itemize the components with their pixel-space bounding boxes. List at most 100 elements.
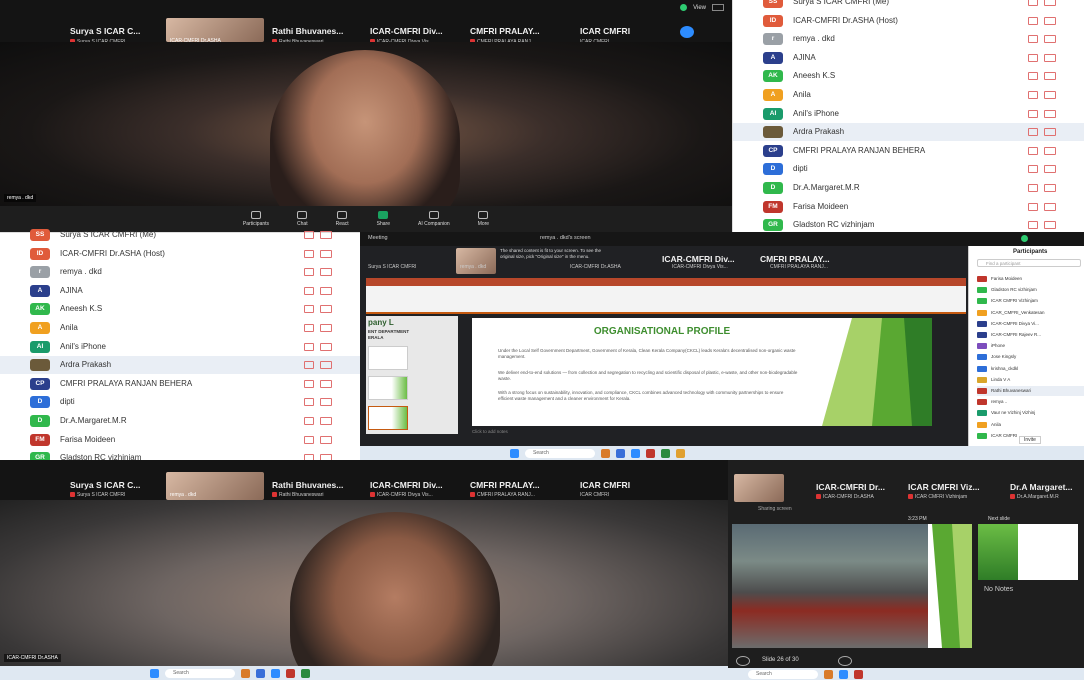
participant-row[interactable]: ID ICAR-CMFRI Dr.ASHA (Host) <box>733 12 1084 30</box>
participant-row[interactable]: AK Aneesh K.S <box>0 300 360 318</box>
participant-row[interactable]: CP CMFRI PRALAYA RANJAN BEHERA <box>0 375 360 393</box>
video-off-icon[interactable] <box>320 231 332 239</box>
side-participant-row[interactable]: Linda V A <box>977 375 1084 385</box>
side-participant-row[interactable]: ICAR_CMFRI_Venkatesan <box>977 308 1084 318</box>
mic-muted-icon[interactable] <box>1028 16 1038 25</box>
participant-row[interactable]: A AJINA <box>733 49 1084 67</box>
mic-muted-icon[interactable] <box>304 361 314 370</box>
mic-muted-icon[interactable] <box>304 268 314 277</box>
participant-row[interactable]: AI Anil's iPhone <box>0 338 360 356</box>
participant-row[interactable]: AK Aneesh K.S <box>733 67 1084 85</box>
view-button[interactable]: View <box>693 5 706 11</box>
participant-row[interactable]: FM Farisa Moideen <box>0 431 360 449</box>
mic-muted-icon[interactable] <box>1028 221 1038 230</box>
app-icon[interactable] <box>676 448 685 458</box>
participant-row[interactable]: SS Surya S ICAR CMFRI (Me) <box>0 226 360 244</box>
side-participant-row[interactable]: remya .. <box>977 397 1084 407</box>
more-button[interactable]: More <box>478 211 489 227</box>
share-button[interactable]: Share <box>377 211 390 227</box>
video-off-icon[interactable] <box>320 398 332 407</box>
mic-muted-icon[interactable] <box>1028 35 1038 44</box>
slide-thumbnail[interactable] <box>368 376 408 400</box>
video-off-icon[interactable] <box>1044 35 1056 44</box>
mic-muted-icon[interactable] <box>1028 128 1038 137</box>
app-icon[interactable] <box>601 448 610 458</box>
mic-muted-icon[interactable] <box>304 379 314 388</box>
participant-row[interactable]: A AJINA <box>0 282 360 300</box>
video-off-icon[interactable] <box>1044 53 1056 62</box>
video-off-icon[interactable] <box>320 435 332 444</box>
video-off-icon[interactable] <box>320 417 332 425</box>
app-icon[interactable] <box>661 448 670 458</box>
participant-row[interactable]: Ddipti <box>733 160 1084 178</box>
invite-button[interactable]: Invite <box>1019 436 1041 444</box>
video-off-icon[interactable] <box>1044 109 1056 118</box>
video-off-icon[interactable] <box>1044 184 1056 192</box>
mic-muted-icon[interactable] <box>1028 72 1038 81</box>
video-off-icon[interactable] <box>320 342 332 351</box>
tile-thumbnail[interactable] <box>734 474 784 502</box>
participant-row[interactable]: r remya . dkd <box>0 263 360 281</box>
side-participant-row[interactable]: iPhone <box>977 341 1084 351</box>
participants-button[interactable]: Participants <box>243 211 269 227</box>
mic-muted-icon[interactable] <box>304 324 314 332</box>
participant-row[interactable]: D Dr.A.Margaret.M.R <box>0 412 360 430</box>
app-icon[interactable] <box>616 448 625 458</box>
mic-muted-icon[interactable] <box>304 342 314 351</box>
mic-muted-icon[interactable] <box>1028 146 1038 155</box>
app-icon[interactable] <box>646 448 655 458</box>
mic-muted-icon[interactable] <box>1028 184 1038 192</box>
windows-start-icon[interactable] <box>150 668 159 678</box>
restore-button[interactable] <box>712 4 724 11</box>
slide-thumbnail[interactable] <box>368 406 408 430</box>
video-off-icon[interactable] <box>1044 16 1056 25</box>
side-participant-row[interactable]: Farisa Moideen <box>977 274 1084 284</box>
video-off-icon[interactable] <box>1044 221 1056 230</box>
side-participant-row[interactable]: ICAR-CMFRI Rajeev R... <box>977 330 1084 340</box>
participant-row[interactable]: Ardra Prakash <box>0 356 360 375</box>
app-icon[interactable] <box>824 669 833 679</box>
app-icon[interactable] <box>286 668 295 678</box>
mic-muted-icon[interactable] <box>304 249 314 258</box>
side-participant-row[interactable]: ICAR-CMFRI Divya Vi... <box>977 319 1084 329</box>
mic-muted-icon[interactable] <box>1028 53 1038 62</box>
mic-muted-icon[interactable] <box>1028 202 1038 211</box>
mic-muted-icon[interactable] <box>304 398 314 407</box>
mic-muted-icon[interactable] <box>304 231 314 239</box>
next-page-icon[interactable] <box>680 26 694 38</box>
mic-muted-icon[interactable] <box>1028 165 1038 174</box>
participant-row[interactable]: FM Farisa Moideen <box>733 198 1084 216</box>
participant-row[interactable]: r remya . dkd <box>733 30 1084 48</box>
participant-row[interactable]: A Anila <box>0 319 360 337</box>
video-off-icon[interactable] <box>1044 146 1056 155</box>
react-button[interactable]: React <box>336 211 349 227</box>
participant-row[interactable]: ID ICAR-CMFRI Dr.ASHA (Host) <box>0 245 360 263</box>
next-slide-button[interactable] <box>838 656 852 666</box>
video-off-icon[interactable] <box>320 249 332 258</box>
notes-hint[interactable]: Click to add notes <box>472 429 508 434</box>
app-icon[interactable] <box>854 669 863 679</box>
side-participant-row[interactable]: Anila <box>977 420 1084 430</box>
participant-row[interactable]: AI Anil's iPhone <box>733 105 1084 123</box>
video-off-icon[interactable] <box>1044 91 1056 99</box>
video-off-icon[interactable] <box>1044 165 1056 174</box>
windows-start-icon[interactable] <box>510 448 519 458</box>
video-off-icon[interactable] <box>1044 72 1056 81</box>
app-icon[interactable] <box>271 668 280 678</box>
app-icon[interactable] <box>301 668 310 678</box>
ai-companion-button[interactable]: AI Companion <box>418 211 450 227</box>
video-off-icon[interactable] <box>320 324 332 332</box>
participant-row[interactable]: Ddipti <box>0 393 360 411</box>
taskbar-search[interactable]: Search <box>525 448 595 458</box>
video-off-icon[interactable] <box>1044 128 1056 137</box>
side-participant-row[interactable]: Jose Kingsly <box>977 352 1084 362</box>
video-off-icon[interactable] <box>320 305 332 314</box>
taskbar-search[interactable]: Search <box>748 669 818 679</box>
side-participant-row[interactable]: Vaur ne Vizhinj Vizhinj <box>977 408 1084 418</box>
video-off-icon[interactable] <box>320 379 332 388</box>
side-participant-row[interactable]: ICAR CMFRI Vizhinjam <box>977 296 1084 306</box>
participant-row[interactable]: A Anila <box>733 86 1084 104</box>
video-off-icon[interactable] <box>320 268 332 277</box>
find-input[interactable]: Find a participant <box>977 259 1081 267</box>
mic-muted-icon[interactable] <box>1028 0 1038 6</box>
